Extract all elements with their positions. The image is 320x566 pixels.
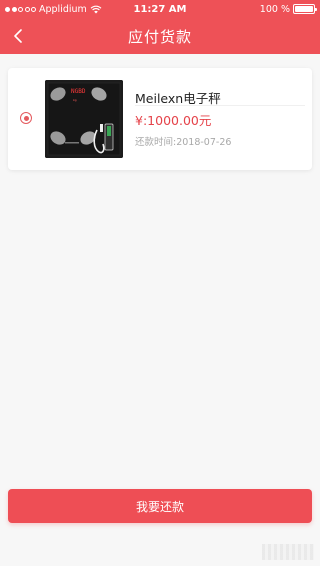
repay-button[interactable]: 我要还款 [8,489,312,523]
status-left: Applidium [5,4,115,15]
repay-date: 还款时间:2018-07-26 [135,137,232,148]
radio-selected-dot [23,115,29,121]
scale-display-text: NGBD [71,88,86,95]
wifi-icon [90,5,102,13]
battery-level [294,6,313,12]
screen: Applidium 11:27 AM 100 % 应付货款 NGBD kg Me… [0,0,320,566]
battery-icon [292,4,317,14]
chevron-left-icon [14,29,22,43]
product-price: ¥:1000.00元 [135,113,212,128]
svg-text:kg: kg [73,98,77,102]
back-button[interactable] [4,22,32,50]
navigation-bar: 应付货款 [0,18,320,54]
status-right: 100 % [205,3,317,15]
status-time: 11:27 AM [133,3,187,15]
status-bar: Applidium 11:27 AM 100 % [0,0,320,18]
page-title: 应付货款 [127,27,192,46]
order-select-radio[interactable] [20,112,32,124]
battery-percent: 100 % [259,3,290,15]
order-card[interactable]: NGBD kg Meilexn电子秤 ¥:1000.00元 还款时间:2018-… [8,68,312,170]
carrier-name: Applidium [39,3,87,15]
divider [135,105,305,106]
signal-strength-icon [5,6,36,12]
watermark-image [262,544,314,560]
product-image: NGBD kg [45,80,123,158]
